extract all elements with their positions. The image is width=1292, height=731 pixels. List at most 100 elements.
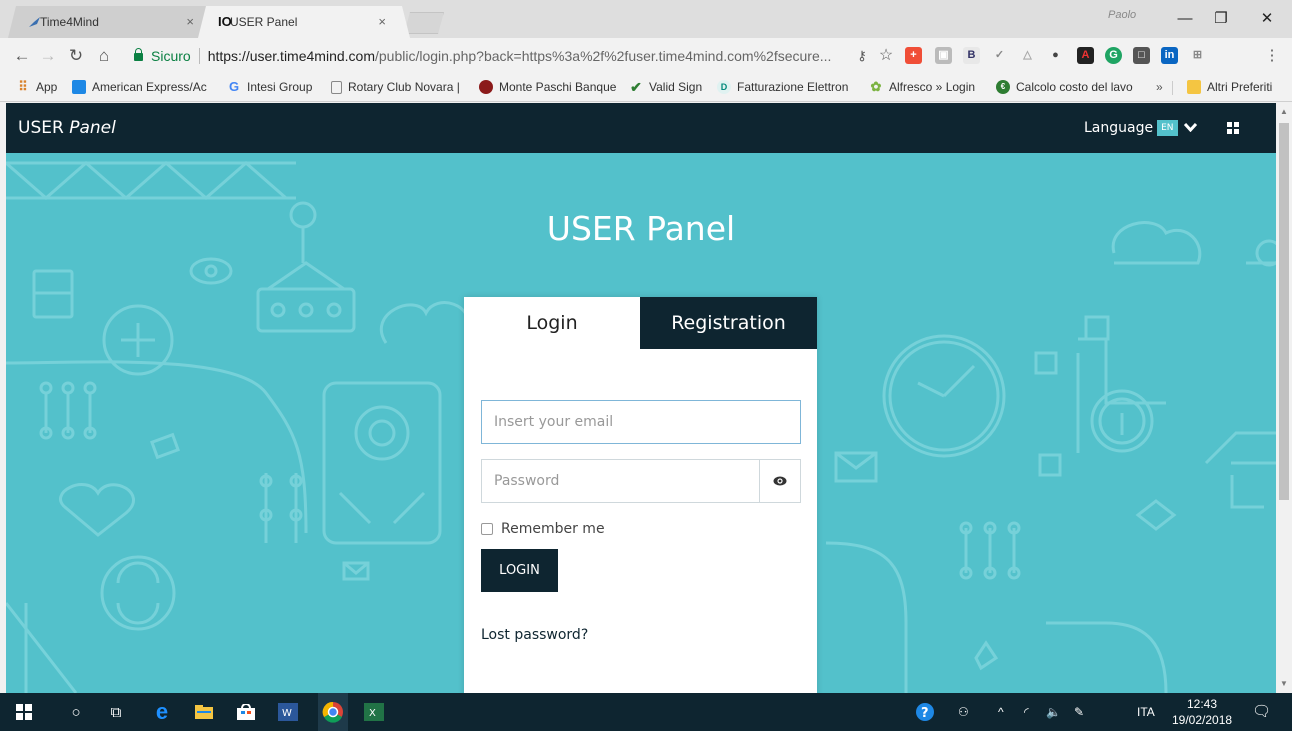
site-logo[interactable]: USER Panel <box>18 118 116 138</box>
lost-password-link[interactable]: Lost password? <box>481 627 588 643</box>
email-field[interactable]: Insert your email <box>481 400 801 444</box>
extension-plus-icon[interactable]: + <box>905 47 922 64</box>
store-icon[interactable] <box>234 701 258 723</box>
rocket-icon <box>28 15 42 29</box>
bookmark-intesi[interactable]: G Intesi Group <box>227 80 312 95</box>
home-icon[interactable]: ⌂ <box>94 46 114 66</box>
scroll-down-icon[interactable]: ▼ <box>1280 679 1288 688</box>
bookmark-calcolo[interactable]: € Calcolo costo del lavo <box>996 80 1133 94</box>
tab-login[interactable]: Login <box>464 297 640 349</box>
page-icon <box>331 80 342 94</box>
chrome-icon[interactable] <box>318 693 348 731</box>
system-clock[interactable]: 12:43 19/02/2018 <box>1172 696 1232 728</box>
tab-registration[interactable]: Registration <box>640 297 817 349</box>
tab-title: USER Panel <box>230 15 298 29</box>
extension-g-icon[interactable]: G <box>1105 47 1122 64</box>
bookmark-other[interactable]: Altri Preferiti <box>1187 80 1272 94</box>
bank-icon <box>479 80 493 94</box>
calc-icon: € <box>996 80 1010 94</box>
volume-icon[interactable]: 🔈 <box>1046 705 1061 719</box>
minimize-icon[interactable]: — <box>1170 8 1200 30</box>
restore-icon[interactable]: ❐ <box>1206 8 1236 30</box>
profile-name[interactable]: Paolo <box>1108 9 1136 21</box>
page-scrollbar[interactable]: ▲ ▼ <box>1276 103 1292 693</box>
scrollbar-thumb[interactable] <box>1279 123 1289 500</box>
bookmark-fatturazione[interactable]: D Fatturazione Elettron <box>717 80 848 94</box>
help-icon[interactable]: ? <box>914 701 936 723</box>
bookmark-apps[interactable]: ⠿ App <box>16 79 57 95</box>
key-icon[interactable]: ⚷ <box>852 46 872 66</box>
chevron-up-icon[interactable]: ^ <box>998 705 1004 719</box>
task-view-icon[interactable]: ⧉ <box>106 701 126 723</box>
excel-icon[interactable]: X <box>362 701 386 723</box>
scroll-up-icon[interactable]: ▲ <box>1280 107 1288 116</box>
browser-tab-time4mind[interactable]: Time4Mind × <box>8 6 218 38</box>
address-bar[interactable]: Sicuro https://user.time4mind.com/public… <box>124 43 892 69</box>
grid-menu-icon[interactable] <box>1227 122 1239 134</box>
browser-tab-strip: Time4Mind × IO USER Panel × Paolo — ❐ ✕ <box>0 0 1292 38</box>
divider <box>198 48 200 64</box>
pen-icon[interactable]: ✎ <box>1074 705 1084 719</box>
notifications-icon[interactable]: 🗨 <box>1252 702 1271 720</box>
bookmarks-overflow-button[interactable]: » <box>1156 80 1163 94</box>
invoice-icon: D <box>717 80 731 94</box>
input-language[interactable]: ITA <box>1137 705 1155 719</box>
extension-linkedin-icon[interactable]: in <box>1161 47 1178 64</box>
extension-b-icon[interactable]: B <box>963 47 980 64</box>
password-placeholder: Password <box>494 473 560 489</box>
tab-close-icon[interactable]: × <box>186 14 194 29</box>
extension-pdf-icon[interactable]: A <box>1077 47 1094 64</box>
lock-icon <box>134 48 143 61</box>
bookmark-rotary[interactable]: Rotary Club Novara | <box>331 80 460 94</box>
extension-drive-icon[interactable]: △ <box>1019 47 1036 64</box>
check-icon: ✔ <box>630 79 642 95</box>
reload-icon[interactable]: ↻ <box>66 46 86 66</box>
folder-icon <box>1187 80 1201 94</box>
password-field[interactable]: Password <box>481 459 801 503</box>
search-icon[interactable]: ○ <box>66 701 86 723</box>
close-window-icon[interactable]: ✕ <box>1252 8 1282 30</box>
amex-icon <box>72 80 86 94</box>
auth-tabs: Login Registration <box>464 297 817 349</box>
star-icon[interactable]: ☆ <box>876 46 896 66</box>
page-title: USER Panel <box>546 209 736 248</box>
login-button[interactable]: LOGIN <box>481 549 558 592</box>
clock-time: 12:43 <box>1186 697 1218 711</box>
tab-title: Time4Mind <box>40 15 99 29</box>
tab-close-icon[interactable]: × <box>378 14 386 29</box>
language-selector[interactable]: Language EN <box>1084 120 1197 136</box>
remember-me[interactable]: Remember me <box>481 521 605 537</box>
bookmarks-bar: ⠿ App American Express/Ac G Intesi Group… <box>0 74 1292 102</box>
site-navbar: USER Panel Language EN <box>6 103 1276 153</box>
windows-start-icon[interactable] <box>14 701 34 723</box>
show-password-button[interactable] <box>759 460 800 502</box>
eye-icon <box>773 476 787 486</box>
bookmark-monte-paschi[interactable]: Monte Paschi Banque <box>479 80 616 94</box>
bookmark-alfresco[interactable]: ✿ Alfresco » Login <box>869 80 976 95</box>
back-icon[interactable]: ← <box>12 46 32 66</box>
wifi-icon[interactable]: ◜ <box>1024 705 1029 719</box>
browser-toolbar: ← → ↻ ⌂ Sicuro https://user.time4mind.co… <box>0 38 1292 74</box>
extension-grid-icon[interactable]: ⊞ <box>1189 47 1206 64</box>
secure-label: Sicuro <box>151 48 191 64</box>
people-icon[interactable]: ⚇ <box>958 705 969 719</box>
chevron-down-icon <box>1183 121 1197 135</box>
windows-taskbar: ○ ⧉ e W X ? ⚇ ^ ◜ 🔈 ✎ ITA 12:43 19/02/20… <box>0 693 1292 731</box>
remember-me-checkbox[interactable] <box>481 523 493 535</box>
bookmark-amex[interactable]: American Express/Ac <box>72 80 207 94</box>
menu-icon[interactable]: ⋮ <box>1262 46 1282 66</box>
extension-ghost-icon[interactable]: ● <box>1047 47 1064 64</box>
edge-icon[interactable]: e <box>150 699 174 724</box>
login-card: Login Registration Insert your email Pas… <box>464 297 817 693</box>
file-explorer-icon[interactable] <box>192 701 216 723</box>
browser-tab-user-panel[interactable]: IO USER Panel × <box>198 6 410 38</box>
bookmark-valid-sign[interactable]: ✔ Valid Sign <box>629 80 702 94</box>
apps-icon: ⠿ <box>18 79 28 94</box>
extension-square-icon[interactable]: □ <box>1133 47 1150 64</box>
svg-text:W: W <box>282 708 292 719</box>
extension-puzzle-icon[interactable]: ▣ <box>935 47 952 64</box>
new-tab-button[interactable] <box>404 12 444 34</box>
word-icon[interactable]: W <box>276 701 300 723</box>
forward-icon[interactable]: → <box>38 46 58 66</box>
extension-check-icon[interactable]: ✓ <box>991 47 1008 64</box>
